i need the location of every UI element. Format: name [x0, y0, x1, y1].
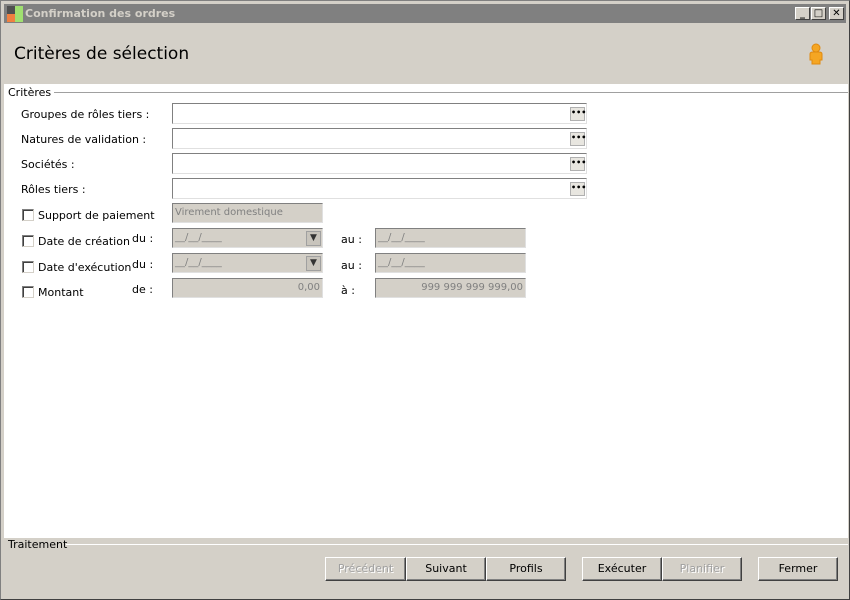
execute-button[interactable]: Exécuter — [582, 557, 662, 581]
date-mask: __/__/____ — [175, 232, 222, 243]
du-label: du : — [132, 232, 154, 245]
criteria-legend: Critères — [8, 86, 55, 99]
date-mask: __/__/____ — [175, 257, 222, 268]
roles-label: Rôles tiers : — [21, 183, 86, 196]
du-label: du : — [132, 258, 154, 271]
societes-input[interactable]: ••• — [172, 153, 587, 174]
chevron-down-icon: ▼ — [306, 256, 321, 271]
societes-label: Sociétés : — [21, 158, 75, 171]
natures-input[interactable]: ••• — [172, 128, 587, 149]
montant-checkbox[interactable] — [22, 286, 34, 298]
support-label: Support de paiement — [38, 209, 155, 222]
browse-button[interactable]: ••• — [570, 157, 586, 171]
au-label: au : — [341, 259, 362, 272]
minimize-button[interactable]: _ — [795, 7, 810, 20]
montant-from: 0,00 — [172, 278, 323, 298]
schedule-button[interactable]: Planifier — [662, 557, 742, 581]
app-icon — [7, 6, 23, 22]
criteria-panel: Critères Groupes de rôles tiers : ••• Na… — [4, 84, 848, 538]
user-icon[interactable] — [808, 43, 824, 65]
page-title: Critères de sélection — [14, 44, 190, 64]
previous-button[interactable]: Précédent — [325, 557, 406, 581]
montant-to: 999 999 999 999,00 — [375, 278, 526, 298]
chevron-down-icon: ▼ — [306, 231, 321, 246]
a-label: à : — [341, 284, 355, 297]
support-checkbox[interactable] — [22, 209, 34, 221]
au-label: au : — [341, 233, 362, 246]
execution-date-from: __/__/____ ▼ — [172, 253, 323, 273]
browse-button[interactable]: ••• — [570, 182, 586, 196]
maximize-button[interactable]: □ — [811, 7, 826, 20]
profiles-button[interactable]: Profils — [486, 557, 566, 581]
browse-button[interactable]: ••• — [570, 107, 586, 121]
creation-date-to: __/__/____ — [375, 228, 526, 248]
browse-button[interactable]: ••• — [570, 132, 586, 146]
traitement-panel: Traitement Précédent Suivant Profils Exé… — [4, 538, 848, 597]
de-label: de : — [132, 283, 153, 296]
window: Confirmation des ordres _ □ ✕ Critères d… — [0, 0, 850, 600]
roles-input[interactable]: ••• — [172, 178, 587, 199]
execution-date-checkbox[interactable] — [22, 261, 34, 273]
groupes-label: Groupes de rôles tiers : — [21, 108, 150, 121]
close-form-button[interactable]: Fermer — [758, 557, 838, 581]
groupes-input[interactable]: ••• — [172, 103, 587, 124]
traitement-legend: Traitement — [8, 538, 68, 551]
next-button[interactable]: Suivant — [406, 557, 486, 581]
execution-date-label: Date d'exécution — [38, 261, 132, 274]
close-button[interactable]: ✕ — [829, 7, 844, 20]
execution-date-to: __/__/____ — [375, 253, 526, 273]
header: Critères de sélection — [4, 23, 846, 84]
divider — [66, 544, 848, 545]
window-title: Confirmation des ordres — [25, 7, 176, 20]
creation-date-checkbox[interactable] — [22, 235, 34, 247]
support-input: Virement domestique — [172, 203, 323, 223]
montant-label: Montant — [38, 286, 84, 299]
divider — [50, 92, 848, 93]
title-bar: Confirmation des ordres _ □ ✕ — [4, 4, 846, 23]
natures-label: Natures de validation : — [21, 133, 147, 146]
creation-date-from: __/__/____ ▼ — [172, 228, 323, 248]
creation-date-label: Date de création — [38, 235, 130, 248]
